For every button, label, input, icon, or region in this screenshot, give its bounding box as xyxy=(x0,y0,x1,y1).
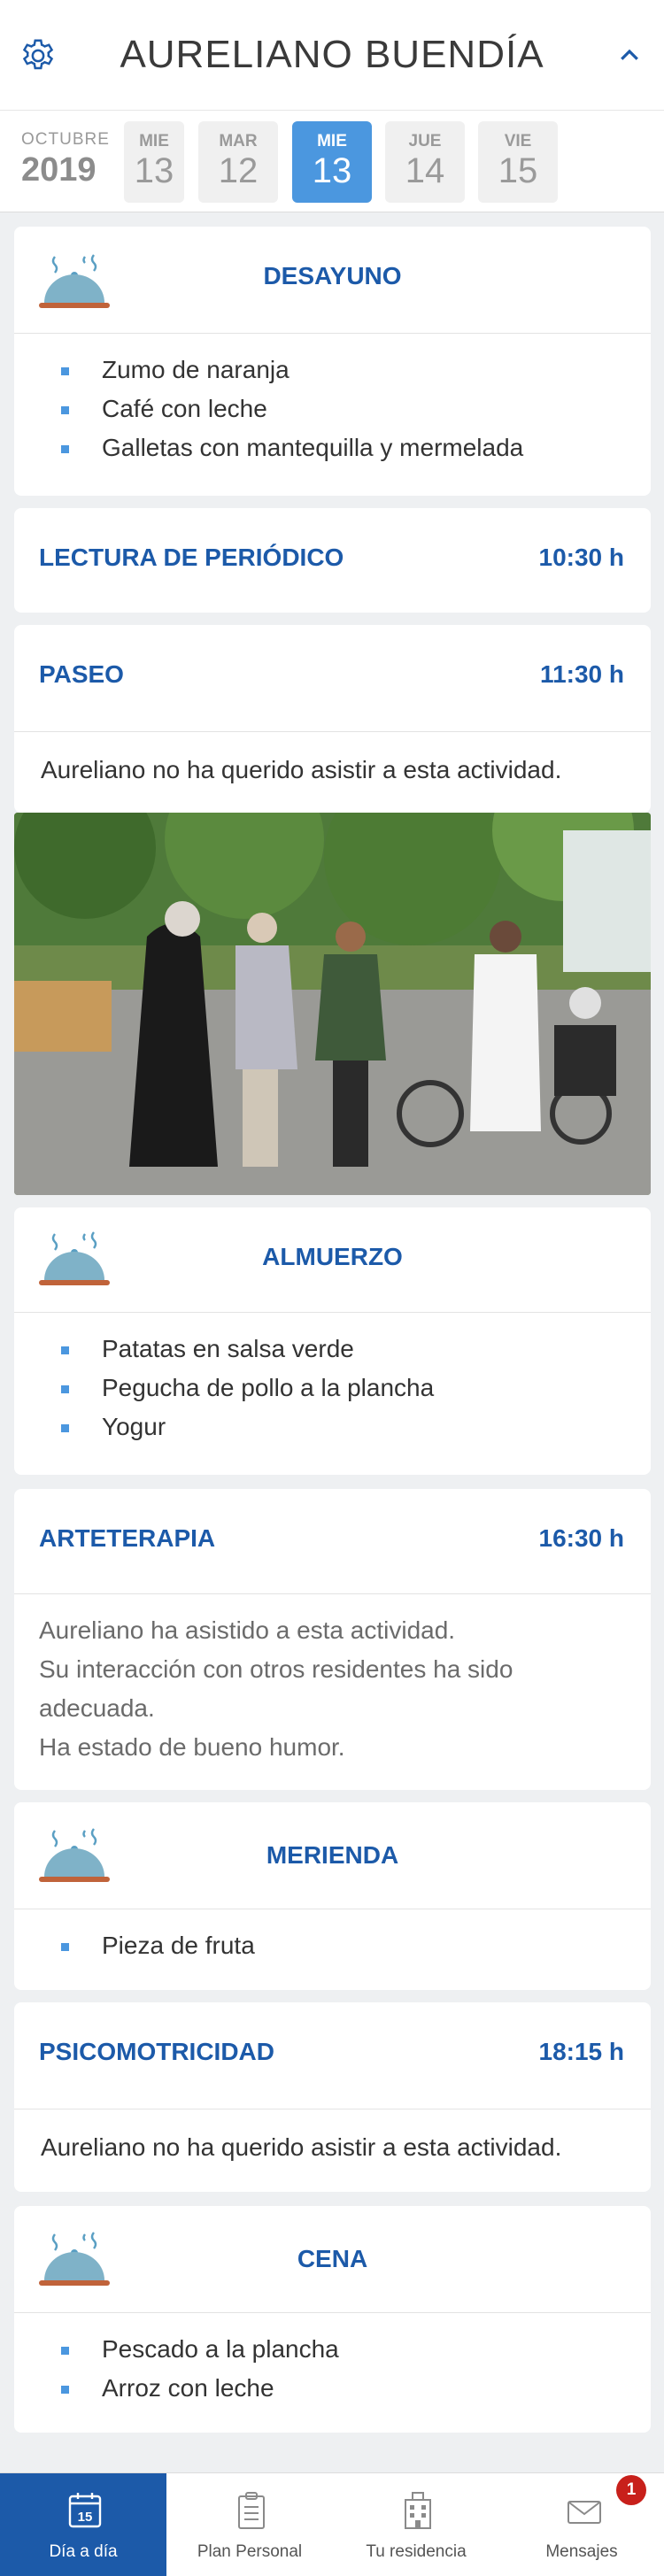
meal-card-desayuno: DESAYUNO Zumo de naranja Café con leche … xyxy=(14,227,651,496)
day-chip-selected[interactable]: MIE 13 xyxy=(292,121,372,203)
day-chip[interactable]: MAR 12 xyxy=(198,121,278,203)
list-item: Patatas en salsa verde xyxy=(14,1330,434,1369)
day-number: 14 xyxy=(405,151,445,190)
activity-time: 11:30 h xyxy=(540,660,624,688)
clipboard-icon xyxy=(238,2492,265,2529)
mail-icon xyxy=(567,2501,601,2524)
activity-card-lectura[interactable]: LECTURA DE PERIÓDICO 10:30 h xyxy=(14,508,651,613)
calendar-icon: 15 xyxy=(68,2493,102,2528)
activity-card-paseo[interactable]: PASEO 11:30 h Aureliano no ha querido as… xyxy=(14,625,651,813)
activity-time: 10:30 h xyxy=(538,544,625,571)
tab-tu-residencia[interactable]: Tu residencia xyxy=(333,2473,499,2576)
day-name: JUE xyxy=(408,132,442,150)
day-name: MAR xyxy=(219,132,258,150)
day-number: 13 xyxy=(312,151,352,190)
date-bar: OCTUBRE 2019 MIE 13 MAR 12 MIE 13 JUE 14… xyxy=(0,110,664,212)
list-item: Pescado a la plancha xyxy=(14,2330,339,2369)
day-number: 15 xyxy=(498,151,538,190)
day-chip[interactable]: MIE 13 xyxy=(124,121,184,203)
calendar-day-number: 15 xyxy=(78,2510,93,2525)
chevron-up-icon[interactable] xyxy=(616,42,643,69)
activity-card-arteterapia[interactable]: ARTETERAPIA 16:30 h Aureliano ha asistid… xyxy=(14,1489,651,1790)
tab-plan-personal[interactable]: Plan Personal xyxy=(166,2473,333,2576)
list-item: Pieza de fruta xyxy=(14,1926,255,1965)
building-icon xyxy=(405,2492,431,2529)
tab-label: Mensajes xyxy=(545,2542,618,2561)
day-name: MIE xyxy=(317,132,347,150)
unread-badge: 1 xyxy=(616,2475,646,2505)
bottom-tab-bar: 15 Día a día Plan Personal Tu residencia xyxy=(0,2472,664,2576)
meal-title: MERIENDA xyxy=(266,1841,399,1869)
activity-note: Aureliano no ha querido asistir a esta a… xyxy=(41,2133,562,2161)
meal-items: Pescado a la plancha Arroz con leche xyxy=(14,2330,339,2408)
meal-items: Pieza de fruta xyxy=(14,1926,255,1965)
day-number: 12 xyxy=(218,151,259,190)
photo-illustration xyxy=(14,813,651,1195)
meal-card-almuerzo: ALMUERZO Patatas en salsa verde Pegucha … xyxy=(14,1207,651,1475)
tab-label: Plan Personal xyxy=(197,2542,303,2561)
day-number: 13 xyxy=(134,151,174,190)
activity-title: PSICOMOTRICIDAD xyxy=(39,2038,274,2065)
tab-label: Día a día xyxy=(49,2542,118,2561)
divider xyxy=(14,731,651,732)
tab-label: Tu residencia xyxy=(366,2542,467,2561)
month-year: OCTUBRE 2019 xyxy=(21,130,110,189)
meal-card-cena: CENA Pescado a la plancha Arroz con lech… xyxy=(14,2206,651,2433)
activity-card-psicomotricidad[interactable]: PSICOMOTRICIDAD 18:15 h Aureliano no ha … xyxy=(14,2002,651,2192)
list-item: Galletas con mantequilla y mermelada xyxy=(14,428,523,467)
activity-title: PASEO xyxy=(39,660,124,688)
divider xyxy=(14,2312,651,2313)
divider xyxy=(14,1593,651,1594)
list-item: Café con leche xyxy=(14,389,523,428)
gear-icon[interactable] xyxy=(18,35,58,76)
meal-items: Patatas en salsa verde Pegucha de pollo … xyxy=(14,1330,434,1446)
meal-title: ALMUERZO xyxy=(262,1243,403,1270)
activity-title: LECTURA DE PERIÓDICO xyxy=(39,544,344,571)
list-item: Pegucha de pollo a la plancha xyxy=(14,1369,434,1408)
tab-dia-a-dia[interactable]: 15 Día a día xyxy=(0,2473,166,2576)
divider xyxy=(14,1312,651,1313)
year-label: 2019 xyxy=(21,151,97,189)
day-name: MIE xyxy=(139,132,169,150)
activity-note: Aureliano ha asistido a esta actividad. … xyxy=(39,1611,513,1767)
note-line: Aureliano ha asistido a esta actividad. xyxy=(39,1616,456,1644)
activity-note: Aureliano no ha querido asistir a esta a… xyxy=(41,756,562,783)
top-header: AURELIANO BUENDÍA xyxy=(0,0,664,110)
list-item: Zumo de naranja xyxy=(14,351,523,389)
meal-items: Zumo de naranja Café con leche Galletas … xyxy=(14,351,523,467)
activity-photo[interactable] xyxy=(14,813,651,1195)
activity-time: 18:15 h xyxy=(538,2038,625,2065)
day-chip[interactable]: JUE 14 xyxy=(385,121,465,203)
note-line: adecuada. xyxy=(39,1694,155,1722)
meal-title: CENA xyxy=(297,2245,368,2272)
divider xyxy=(14,333,651,334)
note-line: Su interacción con otros residentes ha s… xyxy=(39,1655,513,1683)
activity-time: 16:30 h xyxy=(538,1524,625,1552)
day-chip[interactable]: VIE 15 xyxy=(478,121,558,203)
note-line: Ha estado de bueno humor. xyxy=(39,1733,345,1761)
list-item: Yogur xyxy=(14,1408,434,1446)
month-label: OCTUBRE xyxy=(21,130,110,149)
page-title: AURELIANO BUENDÍA xyxy=(120,33,544,76)
meal-title: DESAYUNO xyxy=(263,262,402,289)
meal-card-merienda: MERIENDA Pieza de fruta xyxy=(14,1802,651,1990)
day-name: VIE xyxy=(504,132,532,150)
activity-title: ARTETERAPIA xyxy=(39,1524,216,1552)
list-item: Arroz con leche xyxy=(14,2369,339,2408)
